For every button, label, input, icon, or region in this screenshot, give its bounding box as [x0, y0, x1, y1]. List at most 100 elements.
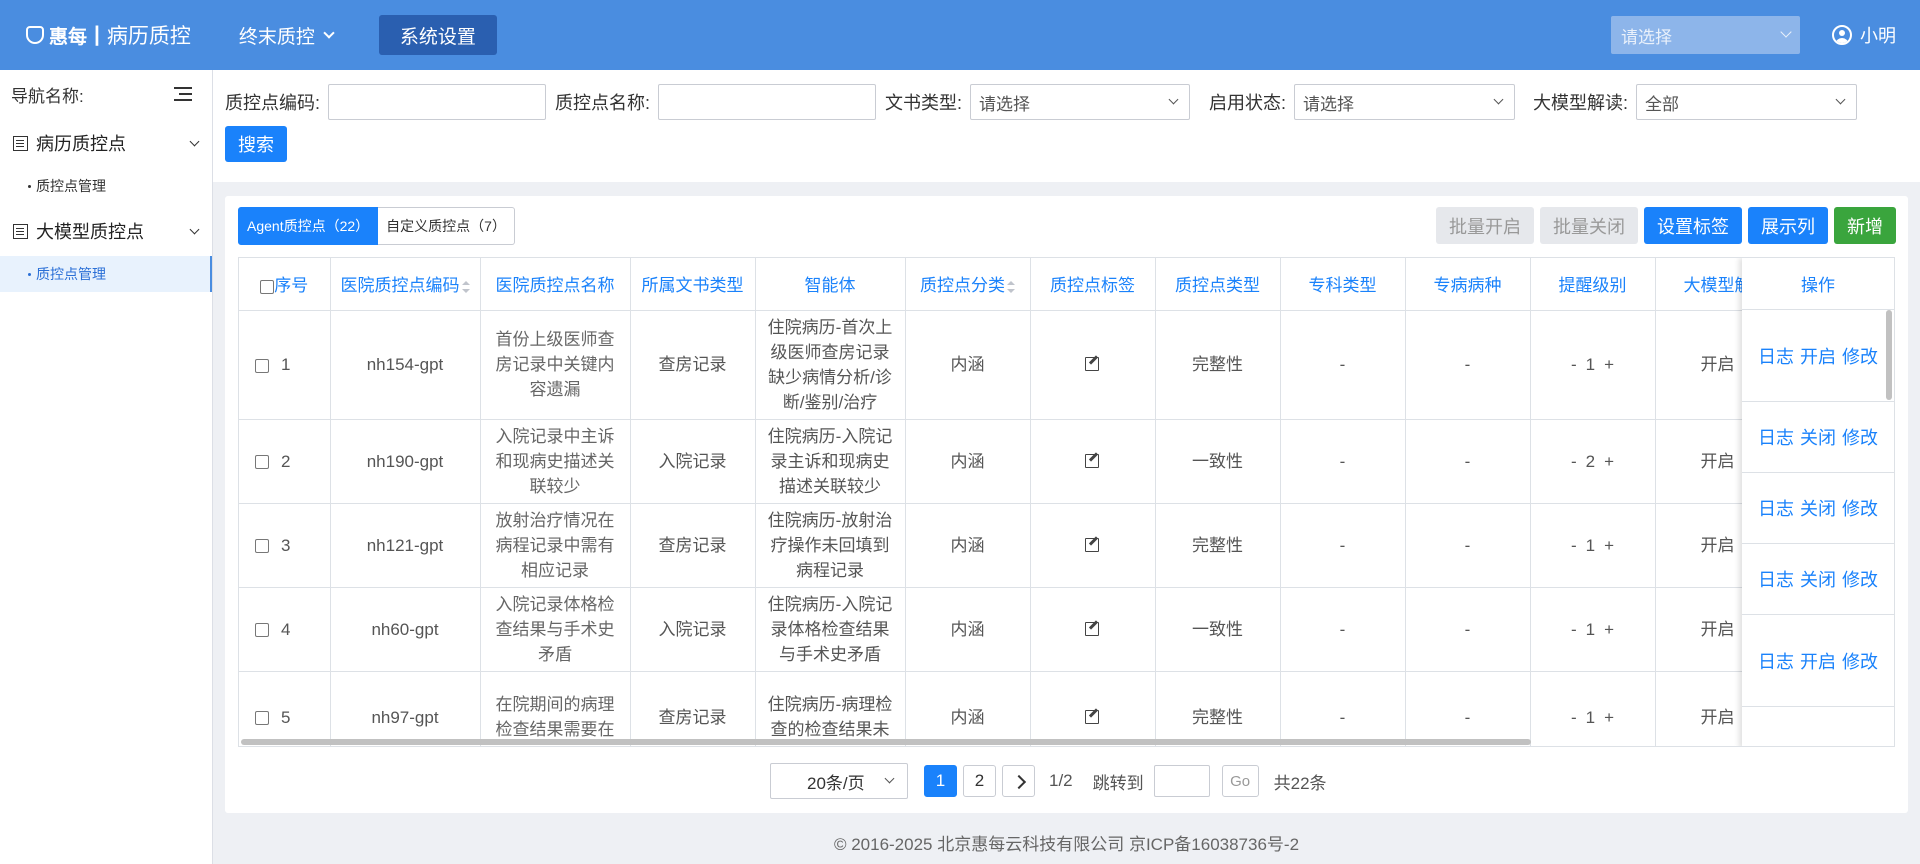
select-all-checkbox[interactable]	[260, 279, 275, 294]
system-settings-button[interactable]: 系统设置	[378, 15, 497, 55]
nav-dropdown-terminal-qc[interactable]: 终末质控	[239, 22, 335, 49]
column-header-code[interactable]: 医院质控点编码	[330, 258, 481, 311]
toggle-link[interactable]: 关闭	[1800, 424, 1836, 450]
jump-page-input[interactable]	[1153, 765, 1210, 797]
operations-row: 日志 关闭 修改	[1742, 473, 1894, 544]
vertical-scrollbar[interactable]	[1886, 310, 1892, 400]
cell-doc-type: 查房记录	[630, 503, 756, 588]
row-checkbox[interactable]	[255, 455, 269, 470]
page-2-button[interactable]: 2	[963, 765, 996, 797]
column-header-category[interactable]: 质控点分类	[905, 258, 1031, 311]
cell-specialty: -	[1280, 671, 1406, 746]
filter-bar: 质控点编码: 质控点名称: 文书类型: 请选择 启用状态: 请选择 大模型解读:…	[213, 70, 1920, 182]
column-header-disease: 专病病种	[1405, 258, 1531, 311]
doc-type-select[interactable]: 请选择	[970, 84, 1191, 120]
edit-tag-icon[interactable]	[1084, 708, 1101, 724]
row-checkbox[interactable]	[255, 623, 269, 638]
document-icon	[13, 223, 28, 239]
column-label: 质控点分类	[920, 276, 1005, 296]
cell-name: 首份上级医师查房记录中关键内容遗漏	[480, 310, 631, 420]
toggle-link[interactable]: 关闭	[1800, 495, 1836, 521]
log-link[interactable]: 日志	[1758, 424, 1794, 450]
edit-tag-icon[interactable]	[1084, 536, 1101, 552]
sidebar: 导航名称: 病历质控点 质控点管理 大模型质控点 质控点管理	[0, 70, 213, 864]
cell-doc-type: 查房记录	[630, 671, 756, 746]
tab-custom-qc[interactable]: 自定义质控点（7）	[378, 207, 515, 245]
logo-separator: |	[94, 23, 100, 46]
search-button[interactable]: 搜索	[225, 126, 287, 162]
sidebar-group-emr-qc[interactable]: 病历质控点	[0, 118, 212, 168]
log-link[interactable]: 日志	[1758, 648, 1794, 674]
column-header-agent: 智能体	[755, 258, 906, 311]
user-menu[interactable]: 小明	[1832, 22, 1896, 48]
tab-agent-qc[interactable]: Agent质控点（22）	[238, 207, 379, 245]
llm-select[interactable]: 全部	[1636, 84, 1858, 120]
name-input[interactable]	[658, 84, 877, 120]
collapse-menu-icon[interactable]	[174, 87, 192, 101]
sort-icon[interactable]	[461, 280, 470, 293]
set-tag-button[interactable]: 设置标签	[1644, 207, 1742, 244]
toggle-link[interactable]: 开启	[1800, 343, 1836, 369]
next-page-button[interactable]	[1002, 765, 1035, 797]
cell-disease: -	[1405, 419, 1531, 504]
edit-tag-icon[interactable]	[1084, 452, 1101, 468]
row-checkbox[interactable]	[255, 539, 269, 554]
add-new-button[interactable]: 新增	[1834, 207, 1896, 244]
log-link[interactable]: 日志	[1758, 566, 1794, 592]
batch-enable-button[interactable]: 批量开启	[1436, 207, 1534, 244]
go-button[interactable]: Go	[1221, 765, 1259, 797]
cell-agent: 住院病历-放射治疗操作未回填到病程记录	[755, 503, 906, 588]
edit-link[interactable]: 修改	[1842, 424, 1878, 450]
level-increment-button[interactable]: +	[1604, 355, 1614, 374]
chevron-down-icon	[1168, 94, 1179, 105]
status-select[interactable]: 请选择	[1294, 84, 1516, 120]
row-index: 1	[281, 355, 291, 374]
cell-code: nh154-gpt	[330, 310, 481, 420]
cell-name: 放射治疗情况在病程记录中需有相应记录	[480, 503, 631, 588]
level-increment-button[interactable]: +	[1604, 708, 1614, 727]
horizontal-scrollbar[interactable]	[241, 739, 1531, 745]
row-checkbox[interactable]	[255, 358, 269, 373]
edit-tag-icon[interactable]	[1084, 355, 1101, 371]
level-increment-button[interactable]: +	[1604, 536, 1614, 555]
page-1-button[interactable]: 1	[924, 765, 957, 797]
column-header-tag: 质控点标签	[1030, 258, 1156, 311]
sidebar-item-qc-management[interactable]: 质控点管理	[0, 168, 212, 204]
code-input[interactable]	[328, 84, 547, 120]
user-icon	[1832, 25, 1852, 45]
log-link[interactable]: 日志	[1758, 343, 1794, 369]
code-label: 质控点编码:	[225, 93, 321, 113]
level-decrement-button[interactable]: -	[1571, 355, 1577, 374]
show-columns-button[interactable]: 展示列	[1748, 207, 1828, 244]
app-logo[interactable]: 惠每 | 病历质控	[26, 20, 191, 50]
sort-icon[interactable]	[1007, 280, 1015, 293]
level-decrement-button[interactable]: -	[1571, 620, 1577, 639]
batch-disable-button[interactable]: 批量关闭	[1540, 207, 1638, 244]
row-checkbox[interactable]	[255, 711, 269, 726]
page-size-select[interactable]: 20条/页	[770, 763, 908, 799]
edit-link[interactable]: 修改	[1842, 566, 1878, 592]
log-link[interactable]: 日志	[1758, 495, 1794, 521]
cell-doc-type: 入院记录	[630, 419, 756, 504]
level-decrement-button[interactable]: -	[1571, 452, 1577, 471]
cell-disease: -	[1405, 671, 1531, 746]
toggle-link[interactable]: 关闭	[1800, 566, 1836, 592]
edit-link[interactable]: 修改	[1842, 343, 1878, 369]
level-decrement-button[interactable]: -	[1571, 708, 1577, 727]
level-decrement-button[interactable]: -	[1571, 536, 1577, 555]
level-value: 1	[1585, 707, 1596, 727]
sidebar-group-label: 大模型质控点	[36, 222, 144, 242]
top-select[interactable]: 请选择	[1611, 16, 1800, 54]
edit-tag-icon[interactable]	[1084, 620, 1101, 636]
chevron-down-icon	[1835, 94, 1846, 105]
edit-link[interactable]: 修改	[1842, 648, 1878, 674]
level-value: 2	[1585, 451, 1596, 471]
level-increment-button[interactable]: +	[1604, 452, 1614, 471]
cell-specialty: -	[1280, 419, 1406, 504]
sidebar-group-llm-qc[interactable]: 大模型质控点	[0, 206, 212, 256]
level-value: 1	[1585, 619, 1596, 639]
toggle-link[interactable]: 开启	[1800, 648, 1836, 674]
level-increment-button[interactable]: +	[1604, 620, 1614, 639]
sidebar-item-llm-qc-management[interactable]: 质控点管理	[0, 256, 212, 292]
edit-link[interactable]: 修改	[1842, 495, 1878, 521]
